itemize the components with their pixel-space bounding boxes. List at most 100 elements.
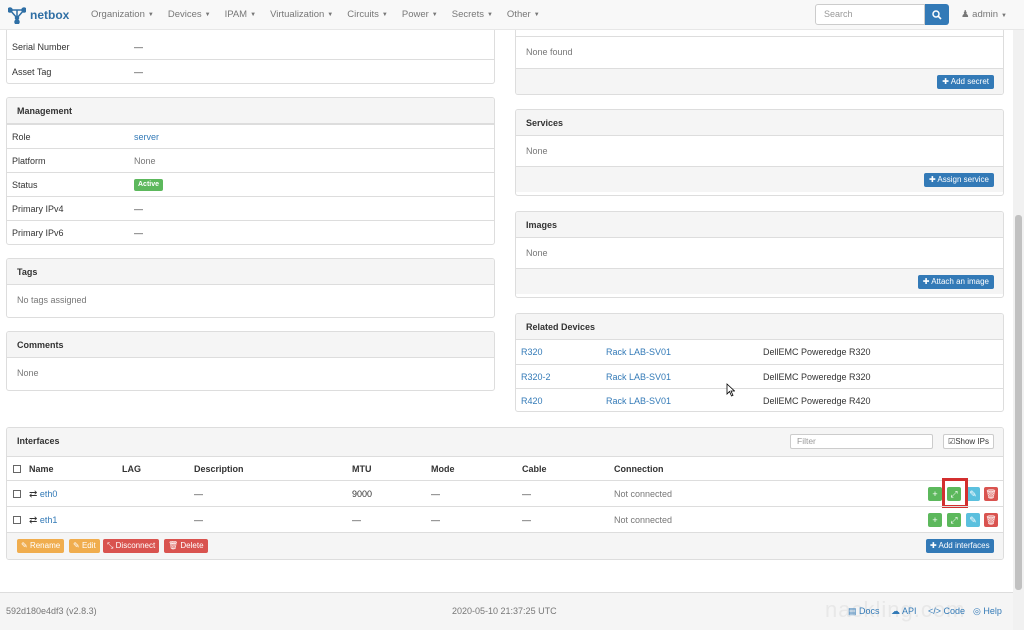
rename-button[interactable]: ✎ Rename bbox=[17, 539, 65, 553]
button-label: Add secret bbox=[950, 77, 989, 86]
plus-icon: ✚ bbox=[930, 541, 937, 550]
device-link[interactable]: R320 bbox=[521, 340, 606, 364]
delete-button[interactable]: 🗑 Delete bbox=[164, 539, 208, 553]
nav-virtualization[interactable]: Virtualization ▼ bbox=[263, 0, 340, 30]
user-icon: ♟ bbox=[961, 9, 970, 20]
device-type: DellEMC Poweredge R420 bbox=[763, 396, 871, 406]
tags-panel: Tags No tags assigned bbox=[6, 258, 495, 318]
trash-icon: 🗑 bbox=[168, 541, 179, 550]
edit-button[interactable]: ✎ Edit bbox=[69, 539, 100, 553]
nav-secrets[interactable]: Secrets ▼ bbox=[445, 0, 500, 30]
button-label: Add interfaces bbox=[938, 541, 990, 550]
nav-circuits[interactable]: Circuits ▼ bbox=[340, 0, 395, 30]
caret-down-icon: ▼ bbox=[486, 11, 493, 18]
plus-icon: ✚ bbox=[922, 277, 930, 286]
field-value: — bbox=[134, 67, 143, 77]
add-ip-button[interactable]: + bbox=[928, 513, 942, 527]
table-row: ⇄ eth1 — — — — Not connected + ⤢ ✎ 🗑 bbox=[7, 506, 1003, 532]
panel-heading: Management bbox=[7, 98, 494, 124]
trash-icon: 🗑 bbox=[985, 515, 997, 525]
interface-link[interactable]: eth1 bbox=[40, 515, 58, 525]
link-label: Help bbox=[983, 606, 1002, 616]
secrets-panel: None found ✚ Add secret bbox=[515, 30, 1004, 95]
username: admin bbox=[972, 9, 999, 20]
scrollbar-thumb[interactable] bbox=[1015, 215, 1022, 590]
delete-interface-button[interactable]: 🗑 bbox=[984, 487, 998, 501]
top-navbar: netbox Organization ▼ Devices ▼ IPAM ▼ Virt… bbox=[0, 0, 1024, 30]
help-link[interactable]: ◎ Help bbox=[973, 606, 1002, 617]
nav-devices[interactable]: Devices ▼ bbox=[161, 0, 218, 30]
code-link[interactable]: </> Code bbox=[928, 606, 965, 616]
description-cell: — bbox=[194, 489, 203, 499]
related-device-row: R320-2 Rack LAB-SV01 DellEMC Poweredge R32… bbox=[516, 364, 1003, 388]
nav-label: Virtualization bbox=[270, 8, 325, 20]
select-all-checkbox[interactable] bbox=[13, 465, 21, 473]
role-link[interactable]: server bbox=[134, 125, 159, 148]
nav-label: Other bbox=[506, 8, 531, 20]
nav-label: IPAM bbox=[224, 8, 248, 20]
panel-heading: Images bbox=[516, 212, 1003, 238]
connect-cable-button[interactable]: ⤢ bbox=[947, 513, 961, 527]
panel-heading: Related Devices bbox=[516, 314, 1003, 340]
field-value: None bbox=[134, 156, 156, 166]
add-ip-button[interactable]: + bbox=[928, 487, 942, 501]
search-button[interactable] bbox=[925, 4, 949, 25]
mtu-cell: — bbox=[352, 515, 361, 525]
field-label: Role bbox=[12, 132, 31, 142]
edit-interface-button[interactable]: ✎ bbox=[966, 487, 980, 501]
api-link[interactable]: ☁ API bbox=[891, 606, 917, 617]
nav-organization[interactable]: Organization ▼ bbox=[84, 0, 161, 30]
nav-ipam[interactable]: IPAM ▼ bbox=[218, 0, 263, 30]
row-checkbox[interactable] bbox=[13, 490, 21, 498]
field-value: — bbox=[134, 42, 143, 52]
show-ips-button[interactable]: ☑Show IPs bbox=[943, 434, 994, 449]
cable-cell: — bbox=[522, 515, 531, 525]
interface-name-cell: ⇄ eth0 bbox=[29, 481, 122, 506]
link-label: Code bbox=[943, 606, 966, 616]
delete-interface-button[interactable]: 🗑 bbox=[984, 513, 998, 527]
row-checkbox[interactable] bbox=[13, 516, 21, 524]
pencil-icon: ✎ bbox=[73, 541, 80, 550]
attach-image-button[interactable]: ✚ Attach an image bbox=[917, 275, 994, 289]
filter-input[interactable]: Filter bbox=[790, 434, 933, 449]
search-icon bbox=[932, 9, 942, 20]
status-row: Status Active bbox=[7, 172, 494, 196]
rack-link[interactable]: Rack LAB-SV01 bbox=[606, 340, 763, 364]
device-link[interactable]: R420 bbox=[521, 389, 606, 411]
device-link[interactable]: R320-2 bbox=[521, 365, 606, 388]
interface-link[interactable]: eth0 bbox=[40, 489, 58, 499]
comments-panel: Comments None bbox=[6, 331, 495, 391]
table-header: Name LAG Description MTU Mode Cable Conn… bbox=[7, 456, 1003, 480]
plus-icon: ✚ bbox=[942, 77, 949, 86]
add-interfaces-button[interactable]: ✚ Add interfaces bbox=[926, 539, 994, 553]
field-label: Primary IPv6 bbox=[12, 228, 64, 238]
netbox-logo-icon bbox=[8, 6, 26, 24]
add-secret-button[interactable]: ✚ Add secret bbox=[937, 75, 994, 89]
search-input[interactable]: Search bbox=[815, 4, 925, 25]
disconnect-button[interactable]: ⤡ Disconnect bbox=[103, 539, 160, 553]
brand-logo[interactable]: netbox bbox=[8, 6, 84, 24]
main-nav-menu: Organization ▼ Devices ▼ IPAM ▼ Virtualizat… bbox=[84, 0, 547, 30]
connect-icon: ⤢ bbox=[950, 515, 958, 525]
mtu-cell: 9000 bbox=[352, 489, 373, 499]
nav-power[interactable]: Power ▼ bbox=[395, 0, 445, 30]
services-panel: Services None ✚ Assign service bbox=[515, 109, 1004, 196]
user-menu[interactable]: ♟ admin ▼ bbox=[961, 0, 1007, 31]
link-label: Docs bbox=[859, 606, 880, 616]
device-type: DellEMC Poweredge R320 bbox=[763, 347, 871, 357]
caret-down-icon: ▼ bbox=[250, 11, 257, 18]
device-panel: Serial Number — Asset Tag — bbox=[6, 30, 495, 84]
panel-footer: ✚ Attach an image bbox=[516, 268, 1003, 294]
button-label: Show IPs bbox=[955, 437, 989, 446]
assign-service-button[interactable]: ✚ Assign service bbox=[923, 173, 994, 187]
edit-interface-button[interactable]: ✎ bbox=[966, 513, 980, 527]
rack-link[interactable]: Rack LAB-SV01 bbox=[606, 365, 763, 388]
status-badge: Active bbox=[134, 178, 164, 191]
interfaces-actions: ✎ Rename ✎ Edit ⤡ Disconnect 🗑 Delete ✚ … bbox=[7, 532, 1003, 559]
comments-text: None bbox=[17, 368, 39, 378]
docs-link[interactable]: ▤ Docs bbox=[848, 606, 880, 617]
nav-other[interactable]: Other ▼ bbox=[500, 0, 547, 30]
rack-link[interactable]: Rack LAB-SV01 bbox=[606, 389, 763, 411]
page-footer: 592d180e4df3 (v2.8.3) 2020-05-10 21:37:2… bbox=[0, 592, 1024, 630]
interfaces-panel: Interfaces Filter ☑Show IPs Name LAG Des… bbox=[6, 427, 1004, 560]
